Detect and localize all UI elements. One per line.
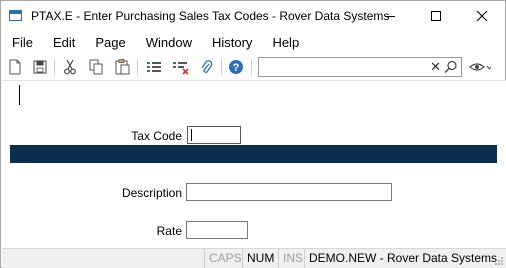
view-options-button[interactable] bbox=[468, 58, 492, 76]
menu-window[interactable]: Window bbox=[136, 32, 202, 54]
tax-code-field[interactable] bbox=[187, 126, 241, 144]
save-button[interactable] bbox=[31, 58, 49, 76]
search-clear-icon[interactable]: ✕ bbox=[430, 60, 441, 74]
paste-button[interactable] bbox=[113, 58, 131, 76]
eye-icon bbox=[469, 63, 491, 71]
num-indicator: NUM bbox=[242, 249, 278, 268]
resize-grip-icon[interactable] bbox=[494, 256, 504, 266]
menu-file[interactable]: File bbox=[1, 32, 43, 54]
svg-text:?: ? bbox=[233, 62, 240, 74]
attach-icon bbox=[201, 60, 213, 73]
help-button[interactable]: ? bbox=[227, 58, 245, 76]
delete-list-icon bbox=[172, 61, 189, 75]
ins-indicator: INS bbox=[278, 249, 307, 268]
cut-button[interactable] bbox=[61, 58, 79, 76]
search-input[interactable]: ✕ bbox=[258, 57, 462, 77]
menu-history[interactable]: History bbox=[202, 32, 262, 54]
description-field[interactable] bbox=[186, 183, 392, 201]
input-cursor bbox=[191, 129, 192, 141]
minimize-icon bbox=[385, 16, 395, 17]
maximize-icon bbox=[431, 11, 441, 21]
caps-indicator: CAPS bbox=[204, 249, 246, 268]
application-window: PTAX.E - Enter Purchasing Sales Tax Code… bbox=[0, 0, 506, 268]
list-icon bbox=[147, 62, 161, 72]
tax-code-label: Tax Code bbox=[131, 129, 182, 143]
toolbar-separator bbox=[221, 59, 222, 75]
menu-bar: File Edit Page Window History Help bbox=[1, 32, 505, 54]
rate-label: Rate bbox=[156, 224, 182, 238]
toolbar-separator bbox=[54, 59, 55, 75]
toolbar-separator bbox=[137, 59, 138, 75]
section-divider-band bbox=[10, 145, 497, 163]
search-icon[interactable] bbox=[444, 60, 458, 74]
new-button[interactable] bbox=[6, 58, 24, 76]
new-icon bbox=[9, 59, 21, 75]
maximize-button[interactable] bbox=[413, 1, 459, 31]
form-area: Tax Code Description Rate bbox=[2, 80, 506, 248]
app-window-icon bbox=[9, 10, 22, 21]
paste-icon bbox=[115, 59, 129, 75]
attach-button[interactable] bbox=[197, 58, 215, 76]
text-caret bbox=[19, 85, 20, 105]
delete-list-button[interactable] bbox=[171, 58, 189, 76]
save-icon bbox=[33, 60, 47, 74]
cut-icon bbox=[64, 59, 76, 75]
copy-icon bbox=[89, 59, 102, 75]
account-status: DEMO.NEW - Rover Data Systems bbox=[304, 249, 501, 268]
status-bar: CAPS NUM INS DEMO.NEW - Rover Data Syste… bbox=[2, 248, 506, 268]
list-button[interactable] bbox=[145, 58, 163, 76]
close-icon bbox=[476, 10, 488, 22]
menu-page[interactable]: Page bbox=[85, 32, 135, 54]
title-bar: PTAX.E - Enter Purchasing Sales Tax Code… bbox=[1, 1, 505, 31]
help-icon: ? bbox=[229, 60, 243, 74]
window-title: PTAX.E - Enter Purchasing Sales Tax Code… bbox=[31, 9, 390, 23]
rate-field[interactable] bbox=[186, 221, 248, 239]
menu-help[interactable]: Help bbox=[262, 32, 309, 54]
copy-button[interactable] bbox=[87, 58, 105, 76]
close-button[interactable] bbox=[459, 1, 505, 31]
menu-edit[interactable]: Edit bbox=[43, 32, 85, 54]
toolbar-separator bbox=[251, 59, 252, 75]
toolbar: ? ✕ bbox=[1, 55, 505, 79]
minimize-button[interactable] bbox=[367, 1, 413, 31]
description-label: Description bbox=[121, 186, 182, 200]
